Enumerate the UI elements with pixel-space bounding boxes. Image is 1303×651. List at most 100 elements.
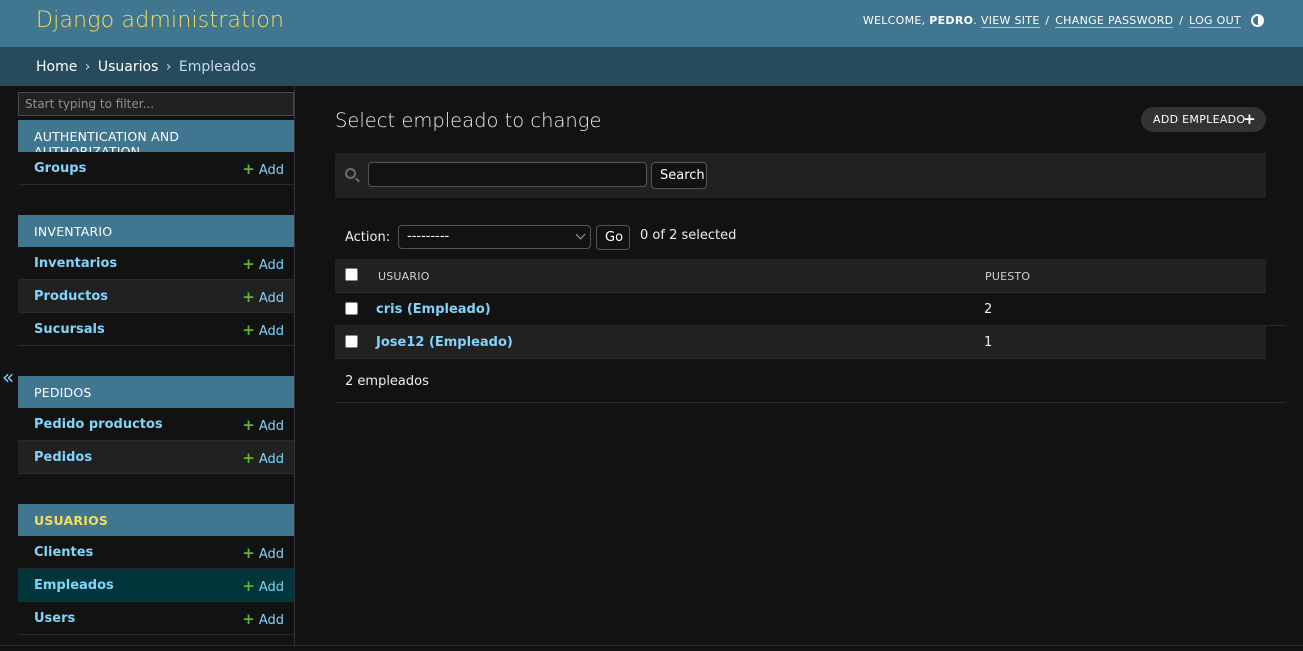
plus-icon: + xyxy=(242,321,255,339)
contrast-icon[interactable] xyxy=(1251,14,1264,27)
result-count: 2 empleados xyxy=(345,374,429,389)
plus-icon: + xyxy=(242,610,255,628)
user-tools: WELCOME, PEDRO. VIEW SITE / CHANGE PASSW… xyxy=(862,14,1241,28)
add-label: Add xyxy=(258,547,284,562)
row-puesto: 1 xyxy=(984,335,993,350)
add-label: Add xyxy=(258,452,284,467)
plus-icon: + xyxy=(242,544,255,562)
plus-icon: + xyxy=(242,288,255,306)
add-empleados-button[interactable]: + Add xyxy=(242,577,284,595)
sidebar-item-inventarios: Inventarios + Add xyxy=(18,247,294,280)
select-all-checkbox[interactable] xyxy=(345,268,358,281)
add-label: Add xyxy=(258,419,284,434)
breadcrumb-app[interactable]: Usuarios xyxy=(98,59,159,75)
model-link-clientes[interactable]: Clientes xyxy=(34,545,93,560)
selection-counter: 0 of 2 selected xyxy=(640,228,737,243)
sidebar-item-clientes: Clientes + Add xyxy=(18,536,294,569)
app-caption-usuarios[interactable]: USUARIOS xyxy=(18,504,294,536)
add-groups-button[interactable]: + Add xyxy=(242,160,284,178)
welcome-text: WELCOME, xyxy=(862,14,926,27)
app-module-auth: AUTHENTICATION AND AUTHORIZATION Groups … xyxy=(18,120,294,185)
breadcrumb-separator: › xyxy=(165,59,172,75)
separator: / xyxy=(1045,14,1050,27)
add-empleado-button[interactable]: ADD EMPLEADO + xyxy=(1141,107,1266,132)
row-usuario-link[interactable]: Jose12 (Empleado) xyxy=(376,335,513,350)
model-link-groups[interactable]: Groups xyxy=(34,161,86,176)
nav-sidebar: AUTHENTICATION AND AUTHORIZATION Groups … xyxy=(18,86,295,646)
model-link-inventarios[interactable]: Inventarios xyxy=(34,256,117,271)
add-pedidos-button[interactable]: + Add xyxy=(242,449,284,467)
column-header-puesto[interactable]: PUESTO xyxy=(985,270,1030,283)
breadcrumb: Home › Usuarios › Empleados xyxy=(0,47,1303,86)
sidebar-item-pedidos: Pedidos + Add xyxy=(18,441,294,474)
app-module-inventario: INVENTARIO Inventarios + Add Productos + A… xyxy=(18,215,294,346)
model-link-sucursals[interactable]: Sucursals xyxy=(34,322,105,337)
app-caption-pedidos[interactable]: PEDIDOS xyxy=(18,376,294,408)
table-row: Jose12 (Empleado) 1 xyxy=(335,326,1266,359)
separator: / xyxy=(1179,14,1184,27)
toggle-nav-sidebar-icon[interactable]: « xyxy=(2,365,14,389)
add-label: Add xyxy=(258,613,284,628)
paginator: 2 empleados xyxy=(335,359,1286,403)
app-caption-inventario[interactable]: INVENTARIO xyxy=(18,215,294,247)
model-link-pedidos[interactable]: Pedidos xyxy=(34,450,92,465)
model-link-empleados[interactable]: Empleados xyxy=(34,578,114,593)
sidebar-item-users: Users + Add xyxy=(18,602,294,635)
add-label: Add xyxy=(258,163,284,178)
search-button[interactable]: Search xyxy=(651,162,707,189)
search-input[interactable] xyxy=(368,162,647,187)
app-caption-auth[interactable]: AUTHENTICATION AND AUTHORIZATION xyxy=(18,120,294,159)
add-label: Add xyxy=(258,580,284,595)
action-select[interactable]: --------- xyxy=(398,225,591,249)
username: PEDRO xyxy=(929,14,974,27)
plus-icon: + xyxy=(242,416,255,434)
sidebar-item-sucursals: Sucursals + Add xyxy=(18,313,294,346)
plus-icon: + xyxy=(242,255,255,273)
app-module-usuarios: USUARIOS Clientes + Add Empleados + Add Us… xyxy=(18,504,294,635)
divider xyxy=(0,645,1303,646)
add-pedido-productos-button[interactable]: + Add xyxy=(242,416,284,434)
sidebar-item-pedido-productos: Pedido productos + Add xyxy=(18,408,294,441)
plus-icon: + xyxy=(1243,110,1256,128)
model-link-pedido-productos[interactable]: Pedido productos xyxy=(34,417,163,432)
nav-filter-input[interactable] xyxy=(18,92,294,116)
add-users-button[interactable]: + Add xyxy=(242,610,284,628)
table-row: cris (Empleado) 2 xyxy=(335,293,1266,326)
actions-bar: Action: --------- Go 0 of 2 selected xyxy=(335,222,1266,254)
sidebar-item-productos: Productos + Add xyxy=(18,280,294,313)
add-label: Add xyxy=(258,291,284,306)
add-inventarios-button[interactable]: + Add xyxy=(242,255,284,273)
add-label: Add xyxy=(258,324,284,339)
sidebar-item-groups: Groups + Add xyxy=(18,152,294,185)
row-usuario-link[interactable]: cris (Empleado) xyxy=(376,302,491,317)
plus-icon: + xyxy=(242,449,255,467)
model-link-users[interactable]: Users xyxy=(34,611,75,626)
change-password-link[interactable]: CHANGE PASSWORD xyxy=(1055,14,1174,28)
log-out-link[interactable]: LOG OUT xyxy=(1189,14,1241,28)
row-checkbox[interactable] xyxy=(345,302,358,315)
action-selected-value: --------- xyxy=(407,229,450,244)
add-label: Add xyxy=(258,258,284,273)
page-title: Select empleado to change xyxy=(335,109,602,132)
divider xyxy=(1266,325,1286,326)
breadcrumb-home[interactable]: Home xyxy=(36,59,77,75)
plus-icon: + xyxy=(242,577,255,595)
add-clientes-button[interactable]: + Add xyxy=(242,544,284,562)
add-sucursals-button[interactable]: + Add xyxy=(242,321,284,339)
app-module-pedidos: PEDIDOS Pedido productos + Add Pedidos + A… xyxy=(18,376,294,474)
add-empleado-label: ADD EMPLEADO xyxy=(1153,113,1246,126)
plus-icon: + xyxy=(242,160,255,178)
view-site-link[interactable]: VIEW SITE xyxy=(980,14,1040,28)
site-name[interactable]: Django administration xyxy=(36,8,284,33)
chevron-down-icon xyxy=(575,229,586,240)
column-header-usuario[interactable]: USUARIO xyxy=(378,270,430,283)
table-header: USUARIO PUESTO xyxy=(335,259,1266,293)
result-table: USUARIO PUESTO cris (Empleado) 2 Jose12 … xyxy=(335,259,1286,359)
model-link-productos[interactable]: Productos xyxy=(34,289,108,304)
go-button[interactable]: Go xyxy=(596,225,630,250)
row-puesto: 2 xyxy=(984,302,993,317)
sidebar-item-empleados: Empleados + Add xyxy=(18,569,294,602)
row-checkbox[interactable] xyxy=(345,335,358,348)
search-toolbar: Search xyxy=(335,153,1266,198)
add-productos-button[interactable]: + Add xyxy=(242,288,284,306)
